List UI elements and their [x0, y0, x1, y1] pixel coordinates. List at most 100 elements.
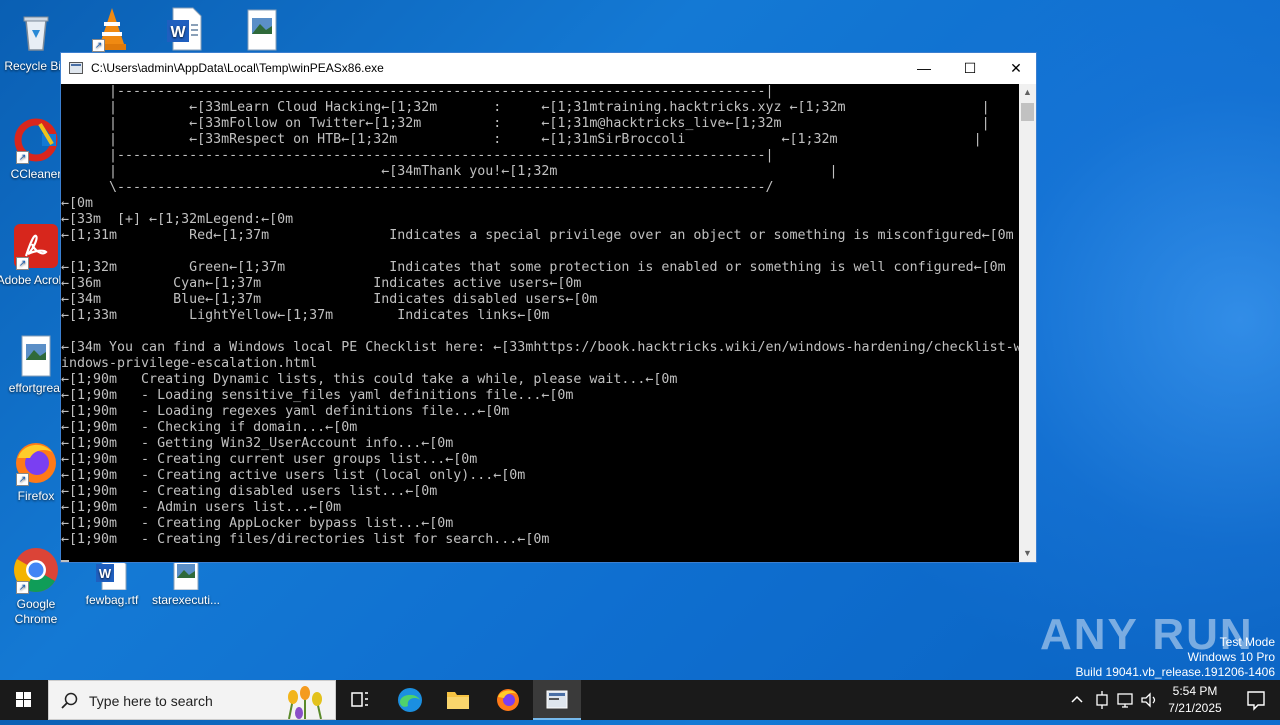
- volume-icon[interactable]: [1140, 691, 1158, 709]
- console-text: |---------------------------------------…: [61, 84, 1021, 548]
- clock-date: 7/21/2025: [1168, 701, 1222, 715]
- image-file-icon: [12, 330, 60, 378]
- close-button[interactable]: ✕: [993, 53, 1039, 84]
- maximize-button[interactable]: ☐: [947, 53, 993, 84]
- acrobat-icon: ↗: [12, 222, 60, 270]
- scroll-up-arrow-icon[interactable]: ▲: [1019, 84, 1036, 101]
- clock-time: 5:54 PM: [1172, 684, 1218, 698]
- image-file-icon: [238, 4, 286, 52]
- console-output[interactable]: |---------------------------------------…: [61, 84, 1021, 562]
- desktop-icon-label: Google Chrome: [14, 597, 58, 626]
- shortcut-arrow-icon: ↗: [16, 473, 29, 486]
- console-line: ←[1;33m LightYellow←[1;37m Indicates lin…: [61, 308, 550, 323]
- windows-watermark: Test Mode Windows 10 Pro Build 19041.vb_…: [1076, 635, 1276, 680]
- usb-device-icon[interactable]: [1094, 691, 1110, 709]
- console-line: ←[1;90m - Creating active users list (lo…: [61, 468, 526, 483]
- watermark-line: Test Mode: [1219, 635, 1275, 649]
- desktop-icon-label: effortgreat: [8, 381, 64, 395]
- firefox-icon: [497, 689, 519, 711]
- desktop-icon-label: fewbag.rtf: [85, 593, 139, 607]
- console-window[interactable]: C:\Users\admin\AppData\Local\Temp\winPEA…: [60, 52, 1037, 563]
- start-button[interactable]: [0, 680, 48, 720]
- search-placeholder: Type here to search: [89, 693, 213, 709]
- minimize-button[interactable]: —: [901, 53, 947, 84]
- window-title: C:\Users\admin\AppData\Local\Temp\winPEA…: [91, 61, 384, 75]
- console-line: indows-privilege-escalation.html: [61, 356, 318, 371]
- console-line: |---------------------------------------…: [61, 148, 774, 163]
- console-line: ←[1;90m - Admin users list...←[0m: [61, 500, 342, 515]
- firefox-icon: ↗: [12, 438, 60, 486]
- task-view-icon: [351, 692, 368, 707]
- desktop-icon-starexecuti[interactable]: starexecuti...: [146, 556, 226, 608]
- taskbar-search-box[interactable]: Type here to search: [48, 680, 336, 720]
- scroll-thumb[interactable]: [1021, 103, 1034, 121]
- shortcut-arrow-icon: ↗: [16, 151, 29, 164]
- taskbar: Type here to search 5:54 PM 7/21/2025: [0, 680, 1280, 720]
- console-line: ←[1;90m - Loading regexes yaml definitio…: [61, 404, 510, 419]
- desktop-icon-image-file[interactable]: [222, 4, 302, 55]
- console-app-icon: [546, 690, 568, 709]
- console-line: ←[1;32m Green←[1;37m Indicates that some…: [61, 260, 1006, 275]
- console-line: ←[1;90m Creating Dynamic lists, this cou…: [61, 372, 678, 387]
- scroll-down-arrow-icon[interactable]: ▼: [1019, 545, 1036, 562]
- window-titlebar[interactable]: C:\Users\admin\AppData\Local\Temp\winPEA…: [61, 53, 1036, 84]
- task-view-button[interactable]: [336, 680, 384, 720]
- console-line: ←[36m Cyan←[1;37m Indicates active users…: [61, 276, 582, 291]
- console-app-icon: [69, 62, 83, 74]
- console-line: ←[1;90m - Creating AppLocker bypass list…: [61, 516, 454, 531]
- console-line: ←[1;90m - Loading sensitive_files yaml d…: [61, 388, 574, 403]
- console-line: | ←[33mLearn Cloud Hacking←[1;32m : ←[1;…: [61, 100, 990, 115]
- desktop: Recycle Bin ↗ W ↗ CCleaner ↗ Adobe Acrob…: [0, 0, 1280, 680]
- console-line: ←[1;90m - Creating current user groups l…: [61, 452, 478, 467]
- svg-text:W: W: [170, 24, 186, 41]
- text-cursor: [61, 560, 69, 562]
- console-line: \---------------------------------------…: [61, 180, 774, 195]
- word-document-icon: W: [161, 4, 209, 52]
- shortcut-arrow-icon: ↗: [16, 257, 29, 270]
- desktop-icon-label: starexecuti...: [151, 593, 221, 607]
- taskbar-console-button[interactable]: [533, 680, 581, 720]
- search-icon: [61, 692, 78, 709]
- console-line: ←[34m Blue←[1;37m Indicates disabled use…: [61, 292, 598, 307]
- desktop-icon-label: Firefox: [17, 489, 55, 503]
- system-tray: [1068, 680, 1158, 720]
- console-line: ←[1;90m - Getting Win32_UserAccount info…: [61, 436, 454, 451]
- windows-logo-icon: [16, 692, 31, 707]
- console-line: | ←[33mFollow on Twitter←[1;32m : ←[1;31…: [61, 116, 990, 131]
- taskbar-firefox-button[interactable]: [484, 680, 532, 720]
- watermark-line: Build 19041.vb_release.191206-1406: [1075, 665, 1276, 679]
- vertical-scrollbar[interactable]: ▲ ▼: [1019, 84, 1036, 562]
- notification-icon: [1247, 691, 1265, 711]
- taskbar-edge-button[interactable]: [386, 680, 434, 720]
- taskbar-clock[interactable]: 5:54 PM 7/21/2025: [1160, 683, 1230, 717]
- watermark-line: Windows 10 Pro: [1187, 650, 1275, 664]
- console-line: | ←[33mRespect on HTB←[1;32m : ←[1;31mSi…: [61, 132, 982, 147]
- notifications-button[interactable]: [1232, 680, 1280, 720]
- ccleaner-icon: ↗: [12, 116, 60, 164]
- console-line: ←[0m: [61, 196, 94, 211]
- console-line: | ←[34mThank you!←[1;32m |: [61, 164, 838, 179]
- desktop-icon-fewbag[interactable]: W fewbag.rtf: [72, 556, 152, 608]
- folder-icon: [447, 692, 469, 709]
- desktop-icon-vlc[interactable]: ↗: [72, 4, 152, 55]
- taskbar-file-explorer-button[interactable]: [434, 680, 482, 720]
- chrome-icon: ↗: [12, 546, 60, 594]
- console-line: ←[1;90m - Creating files/directories lis…: [61, 532, 550, 547]
- vlc-icon: ↗: [88, 4, 136, 52]
- desktop-icon-word-document[interactable]: W: [145, 4, 225, 55]
- console-line: ←[33m [+] ←[1;32mLegend:←[0m: [61, 212, 294, 227]
- shortcut-arrow-icon: ↗: [16, 581, 29, 594]
- network-icon[interactable]: [1116, 691, 1134, 709]
- console-line: ←[1;90m - Checking if domain...←[0m: [61, 420, 358, 435]
- desktop-icon-label: Recycle Bin: [4, 59, 68, 73]
- chevron-up-icon[interactable]: [1070, 693, 1084, 707]
- desktop-icon-label: CCleaner: [10, 167, 62, 181]
- tulips-decoration-icon: [288, 686, 322, 719]
- recycle-bin-icon: [12, 8, 60, 56]
- console-line: ←[1;31m Red←[1;37m Indicates a special p…: [61, 228, 1014, 243]
- console-line: |---------------------------------------…: [61, 84, 774, 99]
- shortcut-arrow-icon: ↗: [92, 39, 105, 52]
- svg-text:W: W: [99, 566, 112, 581]
